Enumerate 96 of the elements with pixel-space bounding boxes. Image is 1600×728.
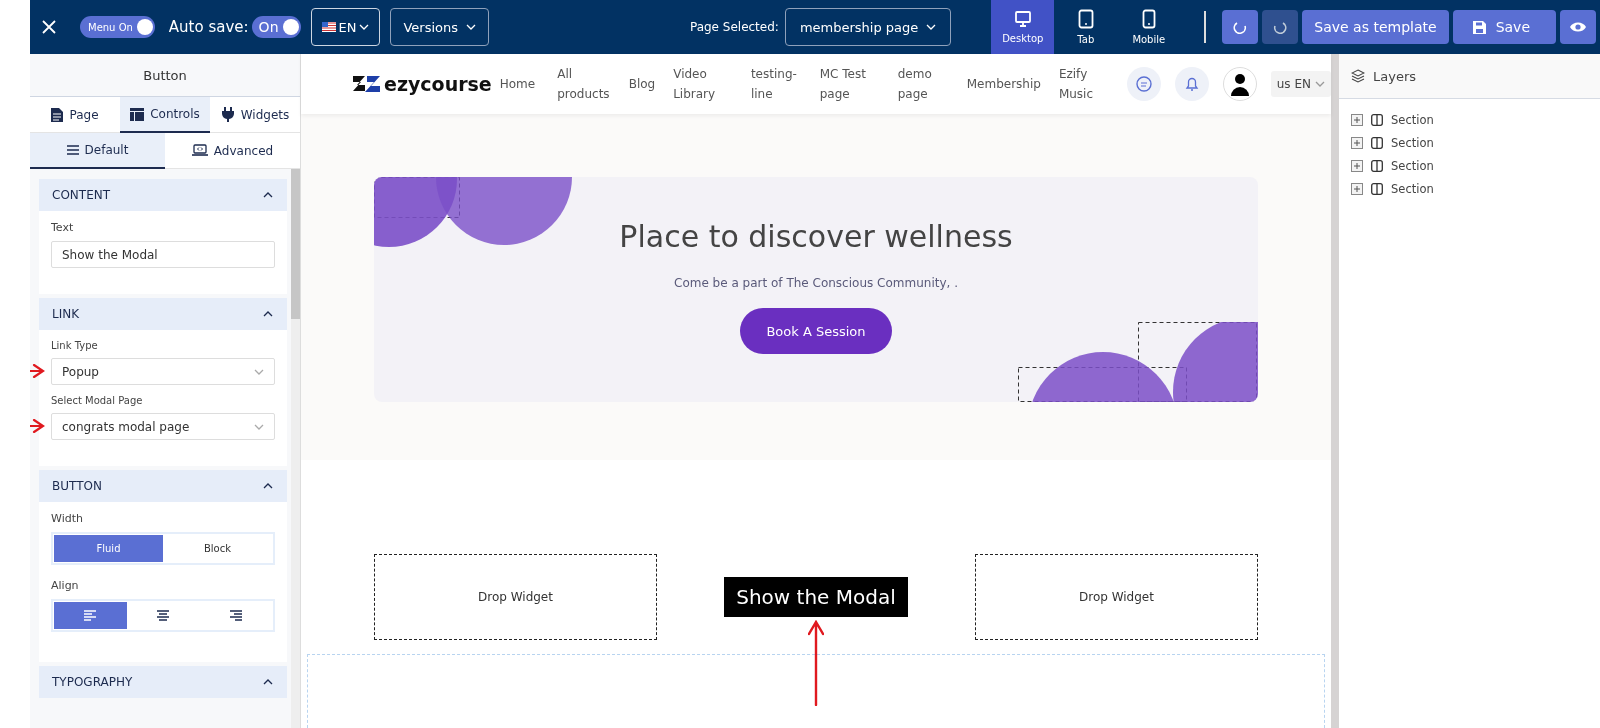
language-dropdown[interactable]: us EN bbox=[1270, 71, 1331, 97]
drop-widget-area[interactable]: Drop Widget bbox=[975, 554, 1258, 640]
laptop-code-icon bbox=[191, 144, 208, 157]
layers-icon bbox=[1351, 69, 1365, 83]
device-tab[interactable]: Tab bbox=[1054, 0, 1118, 54]
avatar-icon bbox=[1222, 67, 1257, 101]
layout-icon bbox=[130, 107, 145, 121]
show-modal-button[interactable]: Show the Modal bbox=[724, 577, 908, 617]
page-dropdown[interactable]: membership page bbox=[784, 8, 952, 46]
field-label: Width bbox=[51, 512, 84, 525]
scrollbar[interactable] bbox=[291, 169, 300, 728]
tablet-icon bbox=[1077, 9, 1094, 29]
phone-icon bbox=[1141, 9, 1156, 29]
field-label: Align bbox=[51, 579, 80, 592]
preview-button[interactable] bbox=[1560, 10, 1596, 44]
hero-title: Place to discover wellness bbox=[619, 219, 1013, 254]
nav-link[interactable]: testing-line bbox=[750, 64, 802, 104]
undo-button[interactable] bbox=[1222, 10, 1259, 44]
nav-link[interactable]: demo page bbox=[897, 64, 949, 104]
chat-icon bbox=[1126, 67, 1161, 101]
chevron-down-icon bbox=[254, 423, 264, 430]
versions-dropdown[interactable]: Versions bbox=[390, 8, 490, 46]
nav-link[interactable]: Video Library bbox=[673, 64, 733, 104]
menu-icon bbox=[66, 145, 79, 155]
eye-icon bbox=[1569, 21, 1587, 33]
autosave-label: Auto save: bbox=[168, 18, 249, 36]
panel-title: Layers bbox=[1373, 68, 1417, 84]
logo-text: ezycourse bbox=[384, 73, 492, 95]
columns-icon bbox=[1371, 113, 1383, 126]
nav-link[interactable]: Blog bbox=[628, 74, 656, 94]
redo-icon bbox=[1273, 20, 1288, 34]
align-right-icon bbox=[229, 610, 242, 621]
language-button[interactable]: EN bbox=[310, 8, 381, 46]
nav-link[interactable]: All products bbox=[557, 64, 611, 104]
book-session-button[interactable]: Book A Session bbox=[740, 308, 892, 354]
align-center-icon bbox=[157, 610, 169, 621]
layer-item[interactable]: Section bbox=[1391, 181, 1434, 196]
chevron-up-icon bbox=[263, 483, 273, 489]
align-left-icon bbox=[84, 610, 97, 621]
scrollbar[interactable] bbox=[1331, 54, 1339, 728]
plug-icon bbox=[220, 107, 235, 122]
document-icon bbox=[51, 107, 64, 122]
device-tab[interactable]: Desktop bbox=[991, 0, 1055, 54]
select-dropdown[interactable]: Popup bbox=[51, 358, 275, 385]
toggle-switch[interactable]: Menu On bbox=[80, 16, 155, 38]
field-label: Select Modal Page bbox=[51, 395, 144, 406]
panel-tab[interactable]: Controls bbox=[120, 97, 210, 133]
layer-item[interactable]: Section bbox=[1391, 135, 1434, 150]
align-control[interactable] bbox=[51, 599, 275, 632]
flag-icon bbox=[321, 22, 336, 32]
drop-widget-area[interactable]: Drop Widget bbox=[374, 554, 657, 640]
text-field[interactable]: Show the Modal bbox=[51, 241, 275, 268]
select-dropdown[interactable]: congrats modal page bbox=[51, 413, 275, 440]
hero-subtitle: Come be a part of The Conscious Community, . bbox=[674, 276, 958, 290]
chevron-up-icon bbox=[263, 679, 273, 685]
save-button[interactable]: Save bbox=[1452, 10, 1556, 44]
nav-link[interactable]: Home bbox=[499, 74, 536, 94]
chevron-down-icon bbox=[359, 24, 370, 30]
layer-item[interactable]: Section bbox=[1391, 112, 1434, 127]
section-header[interactable]: TYPOGRAPHY bbox=[39, 666, 287, 698]
save-template-button[interactable]: Save as template bbox=[1302, 10, 1449, 44]
columns-icon bbox=[1371, 136, 1383, 149]
align-option[interactable] bbox=[54, 602, 127, 629]
expand-icon[interactable] bbox=[1351, 182, 1363, 195]
nav-link[interactable]: Ezify Music bbox=[1058, 64, 1109, 104]
expand-icon[interactable] bbox=[1351, 159, 1363, 172]
chevron-down-icon bbox=[254, 368, 264, 375]
section-header[interactable]: BUTTON bbox=[39, 470, 287, 502]
field-label: Link Type bbox=[51, 340, 99, 351]
field-label: Text bbox=[51, 221, 75, 234]
floppy-icon bbox=[1472, 20, 1486, 34]
width-option[interactable]: Fluid bbox=[54, 535, 163, 562]
expand-icon[interactable] bbox=[1351, 113, 1363, 126]
section-header[interactable]: CONTENT bbox=[39, 179, 287, 211]
chevron-down-icon bbox=[466, 24, 477, 30]
undo-icon bbox=[1233, 20, 1248, 34]
nav-link[interactable]: Membership bbox=[966, 74, 1041, 94]
columns-icon bbox=[1371, 159, 1383, 172]
nav-link[interactable]: MC Test page bbox=[819, 64, 880, 104]
chevron-up-icon bbox=[263, 311, 273, 317]
section-header[interactable]: LINK bbox=[39, 298, 287, 330]
expand-icon[interactable] bbox=[1351, 136, 1363, 149]
width-control[interactable]: Fluid Block bbox=[51, 532, 275, 565]
layer-item[interactable]: Section bbox=[1391, 158, 1434, 173]
close-icon bbox=[42, 20, 56, 34]
chevron-up-icon bbox=[263, 192, 273, 198]
logo-icon bbox=[353, 74, 381, 94]
chevron-down-icon bbox=[926, 24, 937, 30]
columns-icon bbox=[1371, 182, 1383, 195]
chevron-down-icon bbox=[1315, 81, 1325, 87]
device-tab[interactable]: Mobile bbox=[1117, 0, 1181, 54]
toggle-switch[interactable]: On bbox=[251, 16, 301, 38]
monitor-icon bbox=[1013, 10, 1032, 28]
panel-tab[interactable]: Default bbox=[30, 133, 165, 169]
bell-icon bbox=[1174, 67, 1209, 101]
page-selected-label: Page Selected: bbox=[689, 20, 779, 34]
